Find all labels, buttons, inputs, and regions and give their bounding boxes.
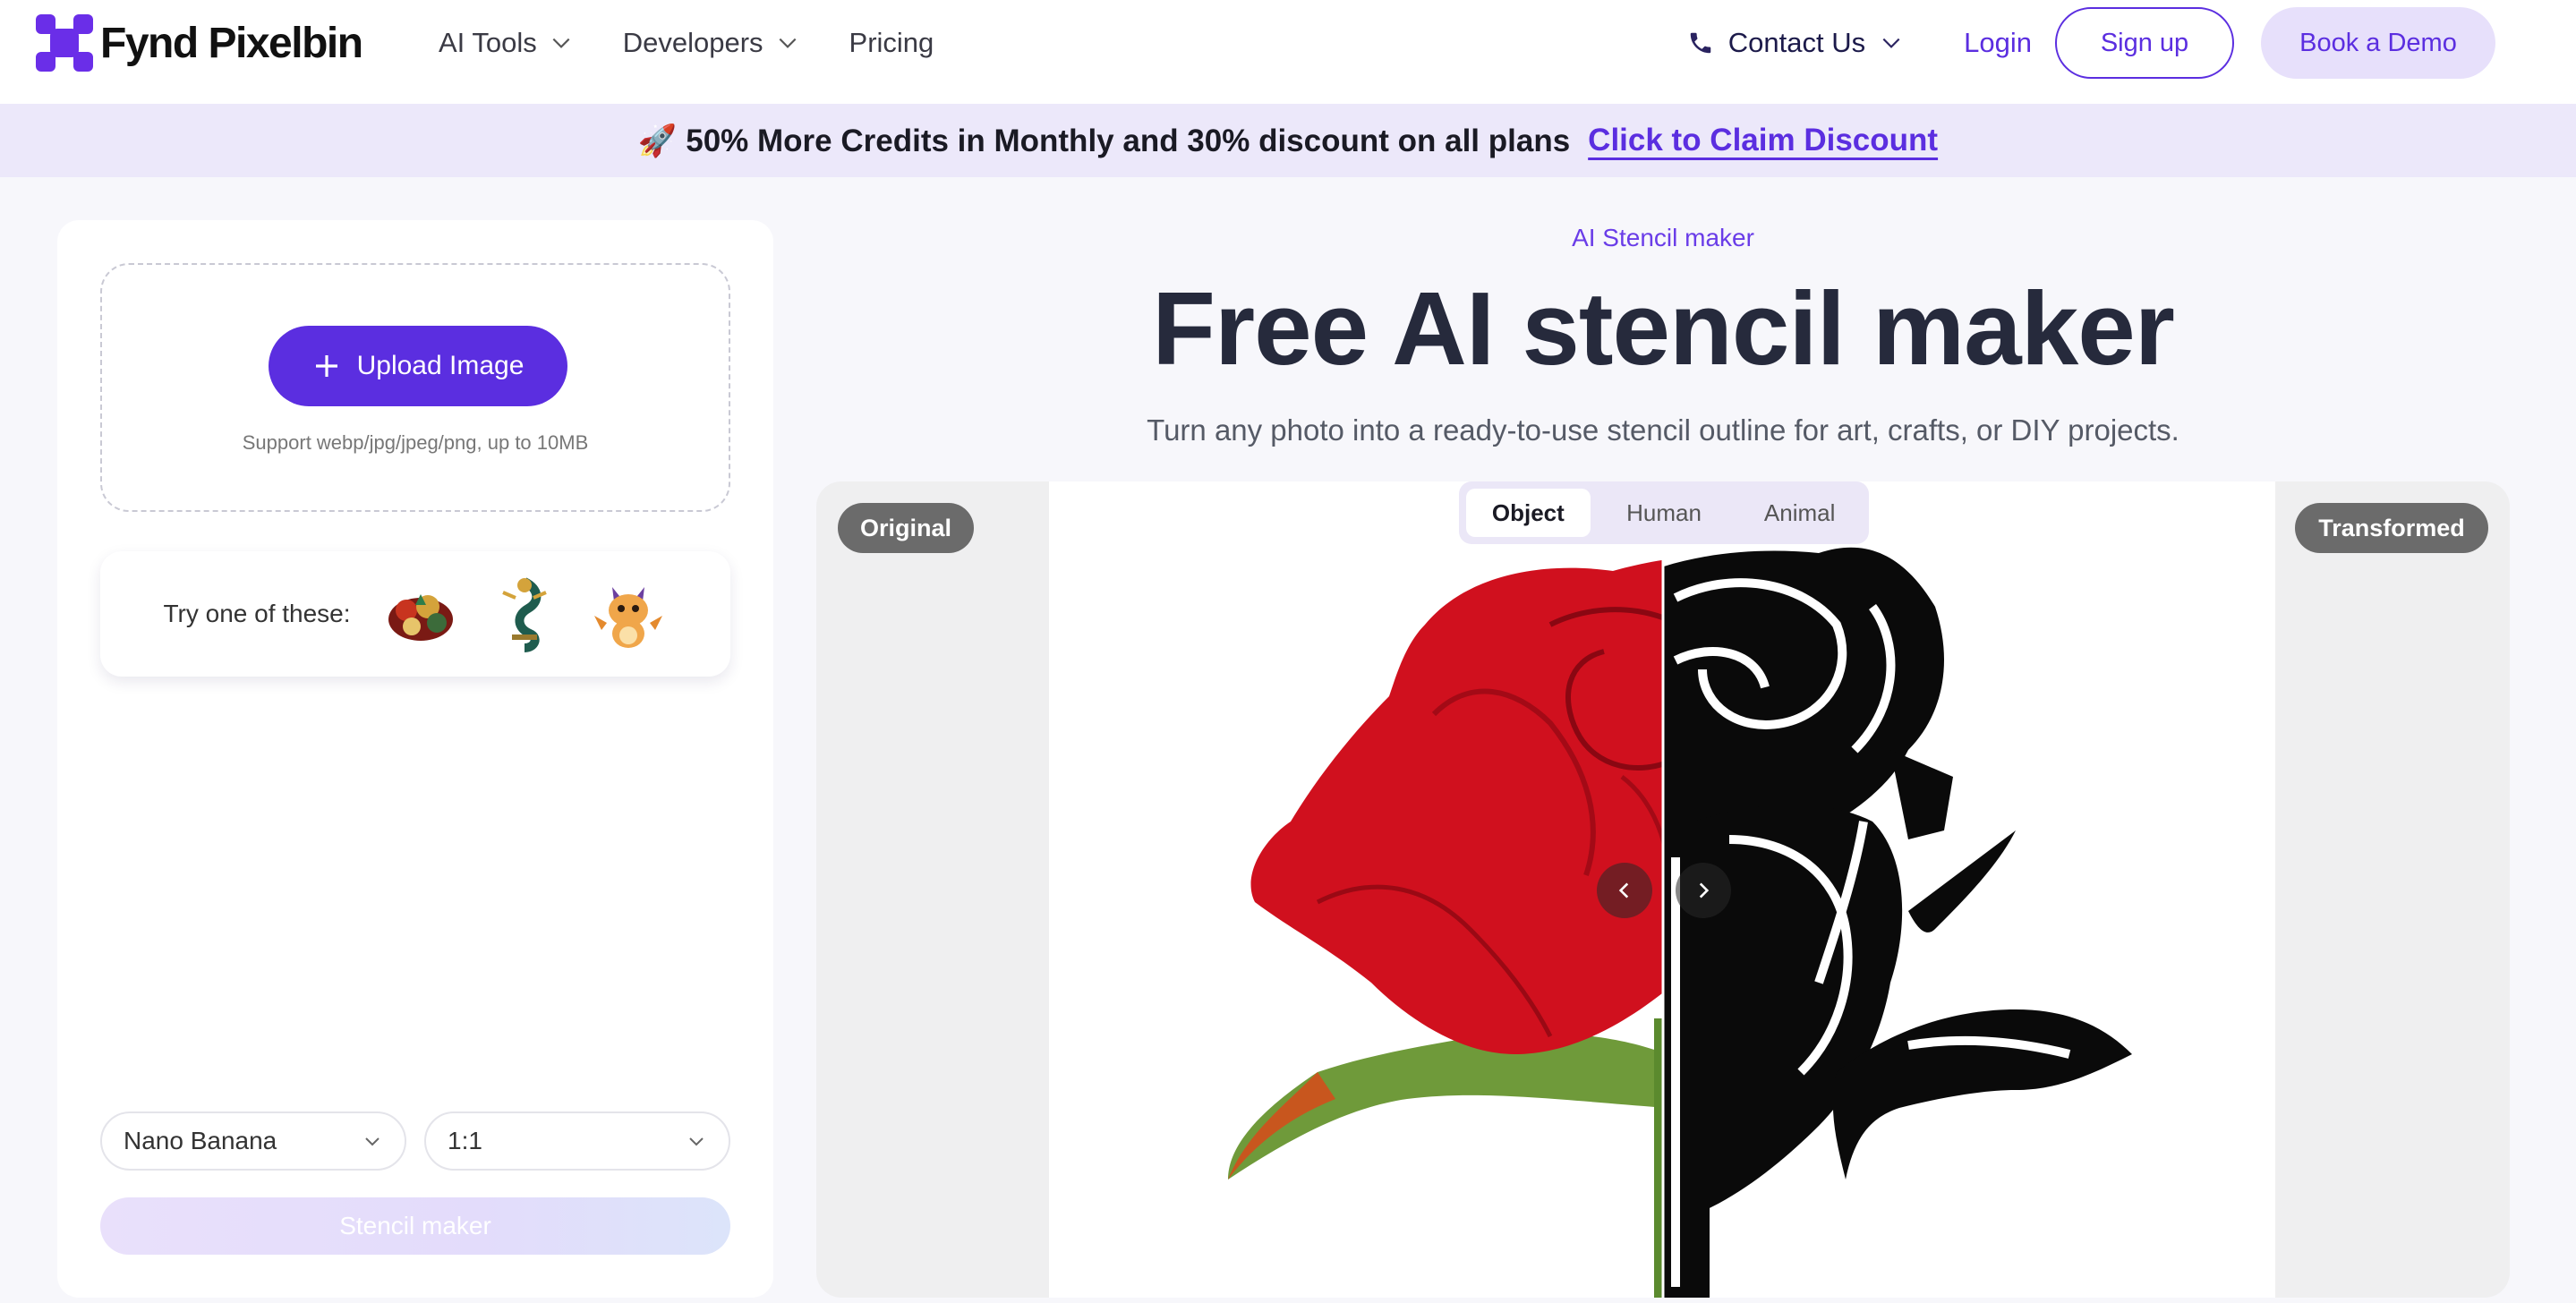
nav-ai-tools[interactable]: AI Tools — [439, 27, 573, 59]
aspect-ratio-select[interactable]: 1:1 — [424, 1111, 730, 1171]
nav-pricing-label: Pricing — [849, 27, 934, 58]
chevron-down-icon — [365, 1137, 380, 1146]
model-select[interactable]: Nano Banana — [100, 1111, 406, 1171]
previous-arrow-button[interactable] — [1597, 863, 1652, 918]
page-subtitle: Turn any photo into a ready-to-use stenc… — [1147, 413, 2179, 447]
page-title: Free AI stencil maker — [1152, 270, 2175, 387]
rose-comparison-image — [1049, 481, 2275, 1298]
aspect-ratio-value: 1:1 — [448, 1127, 482, 1154]
original-badge: Original — [838, 503, 974, 553]
logo[interactable]: Fynd Pixelbin — [36, 14, 363, 72]
header-actions: Contact Us Login Sign up Book a Demo — [1687, 7, 2495, 79]
top-navbar: Fynd Pixelbin AI Tools Developers Pricin… — [0, 0, 2576, 104]
sample-baby-dragon-thumbnail[interactable] — [589, 575, 668, 653]
chevron-left-icon — [1618, 882, 1629, 898]
category-tabs: Object Human Animal — [1459, 481, 1869, 544]
model-select-value: Nano Banana — [124, 1127, 277, 1154]
chevron-down-icon — [779, 38, 796, 48]
nav-pricing[interactable]: Pricing — [849, 27, 934, 59]
chevron-right-icon — [1699, 882, 1710, 898]
logo-text: Fynd Pixelbin — [100, 19, 363, 67]
upload-dropzone[interactable]: Upload Image Support webp/jpg/jpeg/png, … — [100, 263, 730, 512]
promo-text: 🚀 50% More Credits in Monthly and 30% di… — [638, 123, 1570, 159]
chevron-down-icon — [689, 1137, 704, 1146]
nav-developers[interactable]: Developers — [623, 27, 799, 59]
upload-image-label: Upload Image — [356, 351, 525, 380]
signup-button[interactable]: Sign up — [2055, 7, 2234, 79]
phone-icon — [1690, 32, 1711, 54]
next-arrow-button[interactable] — [1676, 863, 1731, 918]
page-eyebrow: AI Stencil maker — [1572, 224, 1754, 251]
claim-discount-link[interactable]: Click to Claim Discount — [1588, 123, 1938, 158]
sample-images: Try one of these: — [100, 551, 730, 677]
main-nav: AI Tools Developers Pricing — [439, 27, 934, 59]
chevron-down-icon — [552, 38, 570, 48]
comparison-viewer[interactable]: Object Human Animal — [1049, 481, 2275, 1298]
tab-animal[interactable]: Animal — [1737, 489, 1862, 537]
book-demo-button[interactable]: Book a Demo — [2261, 7, 2495, 79]
contact-us-menu[interactable]: Contact Us — [1687, 27, 1903, 59]
samples-label: Try one of these: — [163, 600, 351, 627]
upload-image-button[interactable]: Upload Image — [269, 326, 567, 406]
promo-message: 50% More Credits in Monthly and 30% disc… — [686, 123, 1571, 158]
transformed-badge: Transformed — [2295, 503, 2488, 553]
tab-human[interactable]: Human — [1598, 489, 1731, 537]
stencil-maker-button[interactable]: Stencil maker — [100, 1197, 730, 1255]
sample-gift-bouquet-thumbnail[interactable] — [381, 575, 460, 653]
tool-panel: Upload Image Support webp/jpg/jpeg/png, … — [57, 220, 773, 1298]
tab-object[interactable]: Object — [1466, 489, 1591, 537]
plus-icon — [315, 355, 337, 377]
nav-ai-tools-label: AI Tools — [439, 27, 537, 58]
before-after-showcase: Object Human Animal Original Transformed — [816, 481, 2510, 1298]
contact-us-label: Contact Us — [1727, 27, 1866, 58]
rocket-icon: 🚀 — [637, 123, 678, 158]
chevron-down-icon — [1882, 38, 1900, 48]
login-link[interactable]: Login — [1964, 27, 2032, 59]
promo-banner: 🚀 50% More Credits in Monthly and 30% di… — [0, 104, 2576, 177]
sample-dragon-statue-thumbnail[interactable] — [485, 575, 564, 653]
upload-hint: Support webp/jpg/jpeg/png, up to 10MB — [242, 431, 589, 454]
nav-developers-label: Developers — [622, 27, 763, 58]
pixelbin-logo-icon — [36, 14, 93, 72]
